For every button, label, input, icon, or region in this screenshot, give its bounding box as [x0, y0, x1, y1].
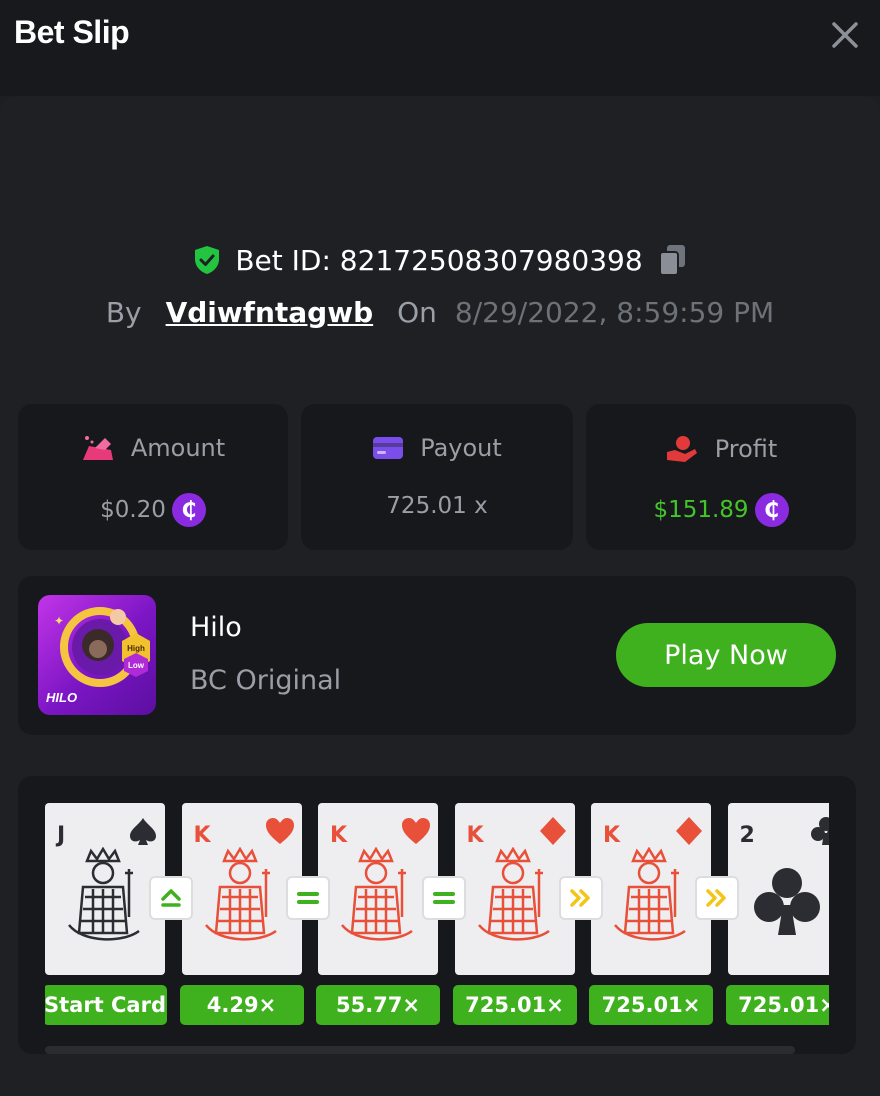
page-title: Bet Slip — [14, 14, 130, 50]
face-figure-icon — [473, 846, 553, 952]
payout-label: Payout — [420, 434, 502, 462]
play-now-button[interactable]: Play Now — [616, 623, 836, 687]
face-figure-icon — [63, 846, 143, 952]
card-rank: 2 — [739, 823, 755, 848]
skip-icon — [558, 876, 603, 920]
hilo-logo-icon: High Low HILO ✦ — [46, 607, 150, 705]
svg-text:High: High — [127, 644, 145, 653]
verified-shield-icon — [195, 246, 220, 274]
svg-text:HILO: HILO — [46, 690, 77, 705]
profit-hand-icon — [666, 436, 697, 462]
amount-value: $0.20 — [100, 497, 166, 523]
coin-icon: ₵ — [754, 493, 789, 527]
multiplier-badge: 4.29× — [179, 985, 304, 1025]
bet-id-row: Bet ID: 821725083079803​98 — [0, 238, 880, 282]
higher-or-equal-icon — [149, 876, 193, 920]
bet-date: 8/29/2022, 8:59:59 PM — [454, 295, 775, 329]
coin-icon: ₵ — [171, 493, 206, 527]
by-label: By — [105, 295, 142, 329]
playing-card: J — [45, 803, 165, 975]
multiplier-badge: 725.01× — [589, 985, 713, 1025]
history-track[interactable]: J Start Card K 4.29× K 55.77× K 725.01× K 725.01×… — [45, 803, 829, 1033]
history-scrollbar[interactable] — [45, 1046, 795, 1054]
multiplier-badge: 55.77× — [316, 985, 440, 1025]
hilo-history: J Start Card K 4.29× K 55.77× K 725.01× K 725.01×… — [18, 776, 856, 1054]
user-link[interactable]: Vdiwfntagwb — [166, 296, 374, 329]
equal-icon — [285, 876, 330, 920]
playing-card: K — [591, 803, 711, 975]
card-rank: K — [466, 823, 484, 848]
svg-text:✦: ✦ — [54, 614, 64, 628]
multiplier-badge: Start Card — [45, 985, 167, 1025]
close-icon[interactable] — [828, 18, 862, 52]
payout-card-icon — [373, 437, 404, 459]
club-icon — [810, 815, 829, 852]
game-provider: BC Original — [190, 665, 342, 696]
playing-card: 2 — [727, 803, 829, 975]
payout-value: 725.01 x — [386, 493, 488, 519]
header: Bet Slip — [0, 0, 880, 96]
svg-text:Low: Low — [128, 661, 145, 670]
bet-id: Bet ID: 821725083079803​98 — [235, 243, 643, 277]
skip-icon — [695, 876, 739, 920]
amount-icon — [82, 436, 113, 460]
face-figure-icon — [200, 846, 280, 952]
on-label: On — [397, 295, 437, 329]
payout-card: Payout 725.01 x — [301, 404, 573, 550]
playing-card: K — [454, 803, 575, 975]
amount-label: Amount — [130, 434, 226, 462]
card-rank: K — [603, 823, 621, 848]
card-rank: K — [193, 823, 211, 848]
multiplier-badge: 725.01× — [452, 985, 577, 1025]
face-figure-icon — [609, 846, 689, 952]
copy-icon[interactable] — [657, 243, 687, 277]
profit-card: Profit $151.89 ₵ — [586, 404, 856, 550]
game-card: High Low HILO ✦ Hilo BC Original Play No… — [18, 576, 856, 735]
club-pip-icon — [752, 865, 822, 946]
amount-card: Amount $0.20 ₵ — [18, 404, 288, 550]
playing-card: K — [181, 803, 302, 975]
card-rank: K — [330, 823, 348, 848]
card-rank: J — [57, 823, 66, 848]
equal-icon — [422, 876, 466, 920]
bet-meta-row: By Vdiwfntagwb On 8/29/2022, 8:59:59 PM — [0, 292, 880, 332]
profit-label: Profit — [714, 435, 778, 463]
multiplier-badge: 725.01× — [725, 985, 829, 1025]
face-figure-icon — [336, 846, 416, 952]
game-thumbnail[interactable]: High Low HILO ✦ — [38, 595, 156, 715]
profit-value: $151.89 — [653, 497, 749, 523]
playing-card: K — [318, 803, 438, 975]
game-name: Hilo — [190, 612, 242, 643]
